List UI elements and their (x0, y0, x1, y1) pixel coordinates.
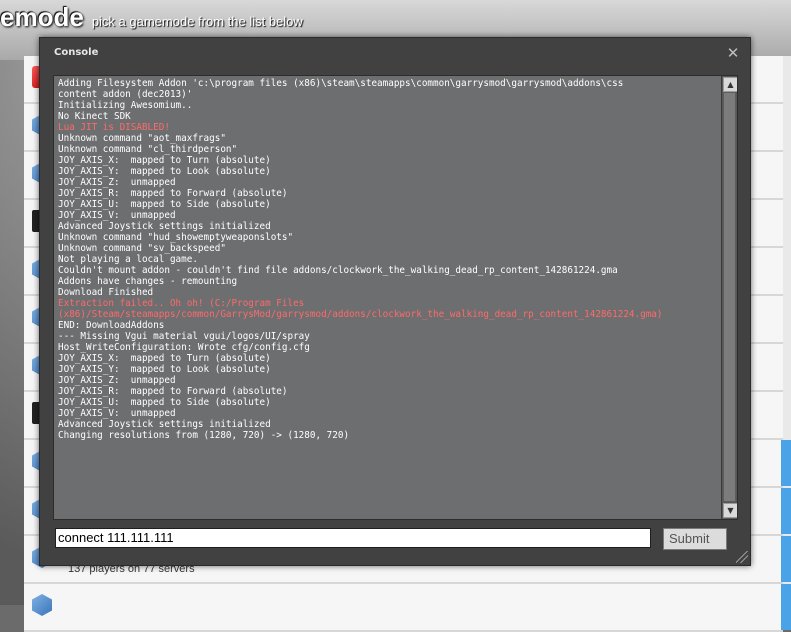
log-line: Unknown command "aot_maxfrags" (58, 133, 226, 144)
gamemode-header: emode pick a gamemode from the list belo… (0, 2, 303, 36)
log-line: Unknown command "sv_backspeed" (58, 243, 226, 254)
gamemode-side-accent (781, 536, 791, 582)
log-line: JOY_AXIS_R: mapped to Forward (absolute) (58, 386, 288, 397)
scroll-up-icon[interactable]: ▲ (723, 77, 737, 92)
log-line: Changing resolutions from (1280, 720) ->… (58, 430, 350, 441)
log-line: JOY_AXIS_Y: mapped to Look (absolute) (58, 364, 271, 375)
console-command-input[interactable]: connect 111.111.111 (55, 528, 651, 548)
log-line: JOY_AXIS_X: mapped to Turn (absolute) (58, 353, 271, 364)
log-line: JOY_AXIS_Z: unmapped (58, 177, 176, 188)
submit-button[interactable]: Submit (663, 528, 727, 550)
console-log[interactable]: Adding Filesystem Addon 'c:\program file… (53, 75, 738, 520)
log-line: Not playing a local game. (58, 254, 198, 265)
log-line: No Kinect SDK (58, 111, 131, 122)
gamemode-title: emode (0, 2, 84, 32)
close-icon[interactable]: ✕ (724, 44, 742, 62)
log-line: JOY_AXIS_Y: mapped to Look (absolute) (58, 166, 271, 177)
log-line: Unknown command "cl_thirdperson" (58, 144, 238, 155)
console-window: Console ✕ Adding Filesystem Addon 'c:\pr… (39, 37, 751, 566)
log-line: --- Missing Vgui material vgui/logos/UI/… (58, 331, 310, 342)
console-scrollbar[interactable]: ▲ ▼ (721, 76, 737, 519)
log-line: JOY_AXIS_X: mapped to Turn (absolute) (58, 155, 271, 166)
log-line-error: Lua JIT is DISABLED! (58, 122, 170, 133)
log-line: Adding Filesystem Addon 'c:\program file… (58, 78, 624, 89)
log-line: Couldn't mount addon - couldn't find fil… (58, 265, 618, 276)
scroll-thumb[interactable] (723, 92, 736, 502)
gamemode-side-accent (781, 440, 791, 486)
gamemode-subtitle: pick a gamemode from the list below (91, 14, 303, 29)
log-line-error: (x86)/Steam/steamapps/common/GarrysMod/g… (58, 309, 663, 320)
log-line: JOY_AXIS_U: mapped to Side (absolute) (58, 199, 271, 210)
log-line: JOY_AXIS_R: mapped to Forward (absolute) (58, 188, 288, 199)
log-line: Advanced Joystick settings initialized (58, 221, 271, 232)
log-line: Addons have changes - remounting (58, 276, 238, 287)
gamemode-row[interactable] (24, 584, 791, 632)
scroll-down-icon[interactable]: ▼ (723, 503, 737, 518)
log-line-error: Extraction failed.. Oh oh! (C:/Program F… (58, 298, 305, 309)
log-line: Host_WriteConfiguration: Wrote cfg/confi… (58, 342, 310, 353)
log-line: Download Finished (58, 287, 154, 298)
gamemode-side-accent (781, 488, 791, 534)
console-title: Console (54, 47, 99, 58)
gamemode-icon (32, 594, 52, 616)
log-line: JOY_AXIS_U: mapped to Side (absolute) (58, 397, 271, 408)
log-line: JOY_AXIS_V: unmapped (58, 210, 176, 221)
log-line: content addon (dec2013)' (58, 89, 193, 100)
log-line: Initializing Awesomium.. (58, 100, 193, 111)
console-titlebar[interactable]: Console ✕ (40, 38, 750, 68)
log-line: Advanced Joystick settings initialized (58, 419, 271, 430)
log-line: Unknown command "hud_showemptyweaponslot… (58, 232, 294, 243)
console-log-text: Adding Filesystem Addon 'c:\program file… (58, 78, 716, 441)
resize-grip-icon[interactable] (736, 551, 748, 563)
log-line: END: DownloadAddons (58, 320, 165, 331)
log-line: JOY_AXIS_V: unmapped (58, 408, 176, 419)
log-line: JOY_AXIS_Z: unmapped (58, 375, 176, 386)
gamemode-side-accent (781, 584, 791, 630)
